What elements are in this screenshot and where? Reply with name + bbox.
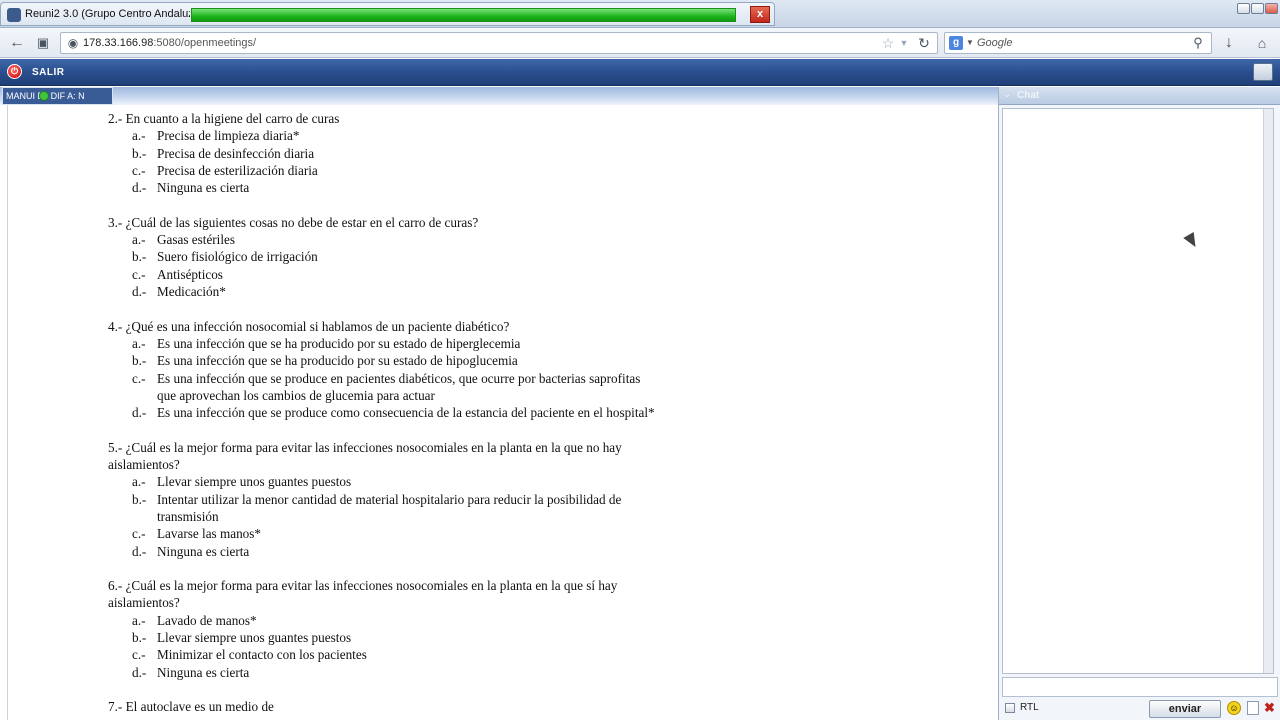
option-letter: d.-	[132, 284, 147, 299]
browser-tab[interactable]: Reuni2 3.0 (Grupo Centro Andaluz x	[0, 2, 775, 26]
option-letter: b.-	[132, 353, 147, 369]
question-stem: 6.- ¿Cuál es la mejor forma para evitar …	[108, 578, 618, 594]
url-path: :5080/openmeetings/	[153, 37, 257, 49]
search-magnifier-icon[interactable]: ⚲	[1189, 34, 1207, 52]
option-text: Ninguna es cierta	[157, 180, 250, 196]
option-text: Intentar utilizar la menor cantidad de m…	[157, 491, 622, 507]
tab-close-button[interactable]: x	[750, 6, 770, 23]
smiley-icon[interactable]: ☺	[1227, 701, 1241, 715]
option-text: Medicación*	[157, 284, 226, 299]
site-identity-globe-icon[interactable]: ◉	[64, 34, 82, 52]
question-stem: 4.- ¿Qué es una infección nosocomial si …	[108, 318, 510, 334]
option-letter: c.-	[132, 370, 146, 386]
rtl-label: RTL	[1020, 702, 1039, 713]
option-letter: d.-	[132, 180, 147, 196]
site-favicon-icon	[7, 8, 21, 22]
downloads-arrow-icon[interactable]: ↓	[1220, 34, 1238, 52]
question-stem: 5.- ¿Cuál es la mejor forma para evitar …	[108, 439, 622, 455]
app-toolbar: ⏻ SALIR	[0, 59, 1280, 86]
option-letter: b.-	[132, 491, 147, 507]
option-text: Es una infección que se ha producido por…	[157, 353, 518, 369]
option-letter: b.-	[132, 630, 147, 645]
url-text: 178.33.166.98:5080/openmeetings/	[83, 37, 256, 49]
option-letter: d.-	[132, 543, 147, 559]
option-letter: a.-	[132, 232, 146, 248]
option-text: Es una infección que se ha producido por…	[157, 335, 521, 351]
option-text: Precisa de desinfección diaria	[157, 145, 315, 161]
option-letter: c.-	[132, 266, 146, 282]
option-letter: c.-	[132, 647, 146, 663]
option-letter: b.-	[132, 249, 147, 265]
browser-titlebar: Reuni2 3.0 (Grupo Centro Andaluz x	[0, 0, 1280, 28]
history-dropdown-icon[interactable]: ▼	[895, 34, 913, 52]
power-icon[interactable]: ⏻	[7, 64, 22, 79]
question-stem: aislamientos?	[108, 595, 180, 611]
search-bar[interactable]: g ▼ Google ⚲	[944, 32, 1212, 54]
chat-messages-area	[1002, 108, 1274, 674]
question-stem: 7.- El autoclave es un medio de	[108, 699, 274, 715]
document-tab-button[interactable]: MANUI EL DIF A: N	[2, 87, 113, 105]
option-text: Llevar siempre unos guantes puestos	[157, 630, 352, 645]
option-text: Ninguna es cierta	[157, 543, 250, 559]
option-text: Es una infección que se produce como con…	[157, 405, 655, 421]
option-text: Antisépticos	[157, 266, 223, 282]
question-stem: aislamientos?	[108, 457, 180, 472]
bookmarks-icon[interactable]: ▣	[34, 34, 52, 52]
option-text: Es una infección que se produce en pacie…	[157, 370, 641, 386]
minimize-window-icon[interactable]	[1237, 3, 1250, 14]
copy-icon[interactable]	[1247, 701, 1259, 715]
back-arrow-icon[interactable]: ←	[8, 34, 26, 52]
option-text: Llevar siempre unos guantes puestos	[157, 474, 352, 490]
option-letter: d.-	[132, 664, 147, 680]
option-letter: d.-	[132, 405, 147, 421]
google-engine-icon[interactable]: g	[949, 36, 963, 50]
address-bar[interactable]: ◉ 178.33.166.98:5080/openmeetings/ ☆ ▼ ↻	[60, 32, 938, 54]
question-stem: 2.- En cuanto a la higiene del carro de …	[108, 111, 340, 126]
reload-icon[interactable]: ↻	[915, 34, 933, 52]
option-text: transmisión	[157, 508, 219, 524]
option-text: Gasas estériles	[157, 232, 235, 248]
engine-dropdown-icon[interactable]: ▼	[966, 38, 974, 47]
option-text: que aprovechan los cambios de glucemia p…	[157, 387, 435, 403]
search-input[interactable]: Google	[977, 37, 1012, 49]
option-letter: a.-	[132, 128, 146, 144]
option-letter: c.-	[132, 526, 146, 542]
chat-controls: RTL enviar ☺ ✖	[999, 698, 1280, 720]
option-letter: a.-	[132, 612, 146, 628]
salir-button[interactable]: SALIR	[32, 67, 65, 78]
clear-x-icon[interactable]: ✖	[1264, 700, 1275, 716]
url-host: 178.33.166.98	[83, 37, 154, 49]
status-green-dot-icon	[39, 91, 49, 101]
option-text: Lavarse las manos*	[157, 526, 261, 542]
rtl-checkbox[interactable]	[1005, 703, 1015, 713]
tab-title: Reuni2 3.0 (Grupo Centro Andaluz	[25, 8, 190, 20]
chat-message-input[interactable]	[1002, 677, 1278, 697]
maximize-window-icon[interactable]	[1251, 3, 1264, 14]
option-text: Precisa de limpieza diaria*	[157, 128, 300, 144]
question-stem: 3.- ¿Cuál de las siguientes cosas no deb…	[108, 214, 479, 230]
home-icon[interactable]: ⌂	[1253, 34, 1271, 52]
option-text: Ninguna es cierta	[157, 664, 250, 680]
tab-loading-progress	[191, 8, 736, 22]
option-text: Suero fisiológico de irrigación	[157, 249, 318, 265]
chevron-down-icon[interactable]: ⌄	[1003, 89, 1011, 100]
user-profile-icon[interactable]	[1253, 63, 1273, 81]
chat-scrollbar[interactable]	[1263, 109, 1273, 673]
chat-panel: ⌄ Chat RTL enviar ☺ ✖	[998, 87, 1280, 720]
browser-navbar: ← ▣ ◉ 178.33.166.98:5080/openmeetings/ ☆…	[0, 28, 1280, 58]
option-text: Precisa de esterilización diaria	[157, 162, 318, 178]
option-letter: a.-	[132, 335, 146, 351]
option-text: Minimizar el contacto con los pacientes	[157, 647, 367, 663]
close-window-icon[interactable]	[1265, 3, 1278, 14]
document-viewer[interactable]: 2.- En cuanto a la higiene del carro de …	[7, 105, 997, 720]
chat-header[interactable]: ⌄ Chat	[999, 87, 1280, 105]
chat-title: Chat	[1017, 90, 1040, 101]
option-letter: a.-	[132, 474, 146, 490]
option-letter: c.-	[132, 162, 146, 178]
option-letter: b.-	[132, 145, 147, 161]
option-text: Lavado de manos*	[157, 612, 257, 628]
send-button[interactable]: enviar	[1149, 700, 1221, 718]
